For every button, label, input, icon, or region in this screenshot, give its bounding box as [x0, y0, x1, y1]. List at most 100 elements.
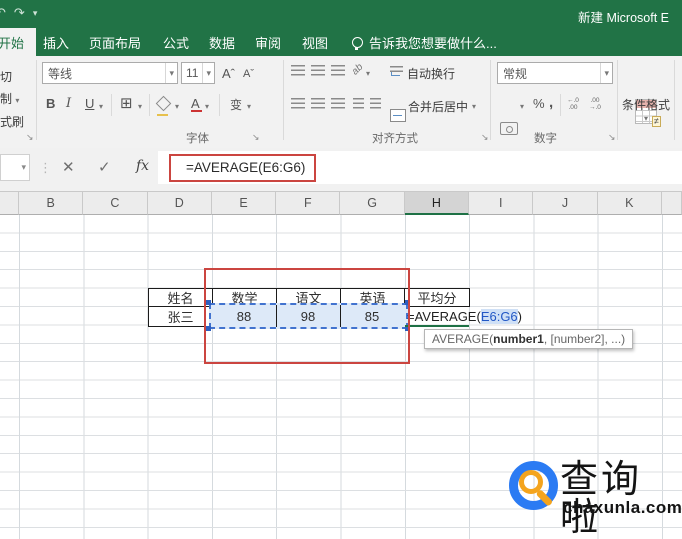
chevron-down-icon[interactable]: ▾ [366, 69, 370, 78]
excel-window: ↶ ↷ ▾ 新建 Microsoft E 开始 插入 页面布局 公式 数据 审阅… [0, 0, 682, 539]
ribbon-tab-bar: 开始 插入 页面布局 公式 数据 审阅 视图 告诉我您想要做什么... [0, 28, 682, 56]
not-equal-icon: ≠ [652, 116, 661, 127]
font-size-value: 11 [186, 66, 199, 80]
number-format-combobox[interactable]: 常规 ▾ [497, 62, 613, 84]
column-header-active[interactable]: H [404, 192, 470, 215]
font-group-label: 字体 [186, 133, 209, 145]
undo-icon[interactable]: ↶ [0, 5, 6, 21]
chevron-down-icon[interactable]: ▾ [600, 63, 612, 83]
cancel-button[interactable]: ✕ [62, 158, 75, 176]
number-group-label: 数字 [534, 133, 557, 145]
alignment-dialog-launcher-icon[interactable]: ↘ [481, 132, 489, 143]
comma-style-button[interactable]: , [549, 94, 553, 111]
borders-button[interactable]: ⊞ [120, 94, 133, 112]
alignment-group-label: 对齐方式 [372, 133, 418, 145]
conditional-formatting-label[interactable]: 条件格式 [622, 96, 670, 113]
watermark-domain: chaxunla.com [563, 498, 682, 517]
tab-data[interactable]: 数据 [204, 28, 240, 56]
customize-qat-icon[interactable]: ▾ [33, 5, 38, 21]
column-header[interactable]: F [276, 192, 341, 215]
font-size-combobox[interactable]: 11 ▾ [181, 62, 215, 84]
chevron-down-icon[interactable]: ▾ [99, 102, 103, 111]
enter-button[interactable]: ✓ [98, 158, 111, 176]
align-top-icon[interactable] [291, 65, 305, 76]
chevron-down-icon[interactable]: ▾ [138, 102, 142, 111]
tab-review[interactable]: 审阅 [250, 28, 286, 56]
tell-me-box[interactable]: 告诉我您想要做什么... [352, 28, 497, 56]
window-title: 新建 Microsoft E [578, 11, 669, 25]
formula-bar-row: ▾ ⋮ ✕ ✓ fx =AVERAGE(E6:G6) [0, 148, 682, 192]
column-header-a-sliver[interactable] [0, 192, 19, 215]
column-header[interactable]: B [19, 192, 84, 215]
column-header-row: B C D E F G H I J K [0, 192, 682, 215]
worksheet[interactable]: B C D E F G H I J K 姓名 数学 语文 英语 平均分 张三 8… [0, 192, 682, 539]
cell-h6-formula[interactable]: =AVERAGE(E6:G6) [407, 307, 522, 326]
align-bottom-icon[interactable] [331, 65, 345, 76]
tab-home[interactable]: 开始 [0, 28, 36, 56]
wrap-text-icon[interactable] [390, 65, 403, 76]
accounting-format-icon[interactable] [500, 122, 518, 135]
tab-view[interactable]: 视图 [297, 28, 333, 56]
cut-button[interactable]: 切 [0, 68, 12, 85]
align-middle-icon[interactable] [311, 65, 325, 76]
italic-button[interactable]: I [66, 96, 71, 111]
column-header[interactable]: G [340, 192, 405, 215]
merge-center-icon[interactable] [390, 109, 406, 122]
percent-style-button[interactable]: % [533, 96, 545, 111]
number-dialog-launcher-icon[interactable]: ↘ [608, 132, 616, 143]
orientation-icon[interactable]: ab [350, 62, 366, 78]
chevron-down-icon: ▾ [21, 162, 26, 172]
chevron-down-icon[interactable]: ▾ [175, 102, 179, 111]
chevron-down-icon[interactable]: ▾ [205, 102, 209, 111]
align-left-icon[interactable] [291, 98, 305, 109]
name-box[interactable]: ▾ [0, 154, 30, 181]
chevron-down-icon[interactable]: ▾ [644, 114, 648, 123]
number-format-value: 常规 [503, 66, 528, 81]
font-dialog-launcher-icon[interactable]: ↘ [252, 132, 260, 143]
formula-bar-grip-icon[interactable]: ⋮ [39, 160, 52, 176]
tab-insert[interactable]: 插入 [40, 28, 72, 56]
column-header[interactable]: I [469, 192, 534, 215]
underline-button[interactable]: U [85, 96, 94, 111]
column-header[interactable]: E [211, 192, 277, 215]
column-header[interactable]: C [83, 192, 148, 215]
decrease-indent-icon[interactable] [353, 98, 364, 109]
chevron-down-icon[interactable]: ▾ [247, 102, 251, 111]
align-center-icon[interactable] [311, 98, 325, 109]
redo-icon[interactable]: ↷ [14, 5, 25, 21]
shrink-font-button[interactable]: Aˇ [243, 68, 254, 80]
chevron-down-icon[interactable]: ▾ [202, 63, 214, 83]
tab-page-layout[interactable]: 页面布局 [84, 28, 146, 56]
quick-access-toolbar: ↶ ↷ ▾ [0, 5, 37, 21]
increase-indent-icon[interactable] [370, 98, 381, 109]
bold-button[interactable]: B [46, 96, 55, 111]
font-name-combobox[interactable]: 等线 ▾ [42, 62, 178, 84]
ribbon: 切 制 ▾ 式刷 ↘ 等线 ▾ 11 ▾ Aˆ Aˇ B I U ▾ ⊞ ▾ ▾… [0, 56, 682, 149]
function-tooltip: AVERAGE(number1, [number2], ...) [424, 329, 634, 349]
insert-function-button[interactable]: fx [136, 158, 149, 174]
chevron-down-icon[interactable]: ▾ [520, 102, 524, 111]
cell-h5[interactable]: 平均分 [404, 288, 470, 307]
chevron-down-icon[interactable]: ▾ [472, 102, 476, 111]
font-color-button[interactable]: A [191, 96, 202, 112]
chevron-down-icon[interactable]: ▾ [165, 63, 177, 83]
clipboard-dialog-launcher-icon[interactable]: ↘ [26, 132, 34, 143]
column-header[interactable]: K [597, 192, 662, 215]
align-right-icon[interactable] [331, 98, 345, 109]
formula-range-ref: E6:G6 [480, 309, 518, 324]
gridlines-sliver [0, 215, 19, 539]
decrease-decimal-icon[interactable]: .00 →.0 [589, 97, 601, 111]
column-header[interactable]: J [533, 192, 598, 215]
phonetic-guide-button[interactable]: 变 [230, 96, 242, 113]
copy-button[interactable]: 制 ▾ [0, 90, 19, 107]
tell-me-label: 告诉我您想要做什么... [369, 35, 497, 51]
column-header[interactable]: D [147, 192, 212, 215]
wrap-text-label[interactable]: 自动换行 [407, 65, 455, 82]
format-painter-button[interactable]: 式刷 [0, 113, 24, 130]
grow-font-button[interactable]: Aˆ [222, 66, 235, 81]
tab-formulas[interactable]: 公式 [158, 28, 194, 56]
increase-decimal-icon[interactable]: ←.0.00 [567, 97, 579, 111]
fill-color-icon[interactable] [155, 95, 172, 116]
merge-center-label[interactable]: 合并后居中 [408, 98, 468, 115]
column-header-partial[interactable] [661, 192, 682, 215]
